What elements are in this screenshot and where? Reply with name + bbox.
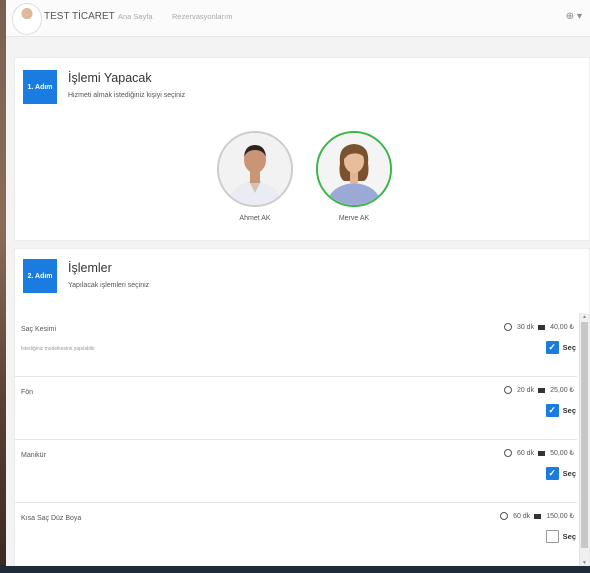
navbar: TEST TİCARET Ana Sayfa Rezervasyonlarım …: [6, 0, 590, 37]
service-description: İstediğiniz modelkesimi yapılabilir: [21, 346, 95, 352]
service-list-scrollbar[interactable]: ▲ ▼: [579, 313, 589, 566]
service-name: Saç Kesimi: [21, 326, 57, 333]
globe-icon: ⊕: [565, 11, 575, 22]
service-duration: 20 dk: [516, 386, 535, 394]
service-item-kisa-sac-duz-boya: Kısa Saç Düz Boya 60 dk 150,00 ₺ Seç: [15, 502, 577, 565]
step1-card: 1. Adım İşlemi Yapacak Hizmeti almak ist…: [14, 57, 590, 241]
clock-icon: [500, 512, 509, 520]
service-price: 25,00 ₺: [550, 387, 574, 394]
check-icon: ✓: [548, 405, 556, 415]
service-meta: 60 dk 150,00 ₺: [500, 512, 574, 520]
step2-subtitle: Yapılacak işlemleri seçiniz: [68, 282, 150, 289]
language-dropdown[interactable]: ⊕ ▾: [566, 11, 582, 22]
service-list: Saç Kesimi İstediğiniz modelkesimi yapıl…: [15, 313, 577, 566]
avatar[interactable]: [217, 131, 293, 207]
staff-name: Ahmet AK: [239, 215, 271, 222]
scrollbar-thumb[interactable]: [581, 322, 588, 548]
service-meta: 30 dk 40,00 ₺: [503, 323, 574, 331]
service-name: Kısa Saç Düz Boya: [21, 515, 82, 522]
clock-icon: [503, 449, 512, 457]
staff-name: Merve AK: [338, 215, 370, 222]
service-duration: 60 dk: [516, 449, 535, 457]
check-icon: ✓: [548, 342, 556, 352]
chevron-down-icon: ▾: [576, 11, 582, 22]
service-checkbox[interactable]: ✓: [545, 467, 559, 480]
clock-icon: [503, 386, 512, 394]
check-icon: ✓: [548, 468, 556, 478]
woman-portrait-icon: [318, 133, 390, 205]
service-name: Fön: [21, 389, 34, 396]
scroll-up-arrow-icon[interactable]: ▲: [580, 314, 589, 320]
select-label[interactable]: Seç: [563, 469, 576, 478]
nav-link-reservations[interactable]: Rezervasyonlarım: [172, 12, 232, 21]
service-item-manikur: Manikür 60 dk 50,00 ₺ ✓ Seç: [15, 439, 577, 503]
service-name: Manikür: [21, 452, 46, 459]
brand-title[interactable]: TEST TİCARET: [44, 11, 115, 22]
step2-title: İşlemler: [68, 261, 112, 275]
step1-title: İşlemi Yapacak: [68, 71, 152, 85]
service-select[interactable]: ✓ Seç: [545, 467, 576, 480]
service-select[interactable]: Seç: [545, 530, 576, 543]
nav-link-home[interactable]: Ana Sayfa: [118, 12, 153, 21]
service-select[interactable]: ✓ Seç: [545, 404, 576, 417]
service-item-fon: Fön 20 dk 25,00 ₺ ✓ Seç: [15, 376, 577, 440]
man-portrait-icon: [219, 133, 291, 205]
service-price: 40,00 ₺: [550, 324, 574, 331]
service-duration: 60 dk: [513, 512, 531, 520]
service-checkbox[interactable]: [545, 530, 559, 543]
price-tag-icon: [538, 387, 546, 393]
brand-logo[interactable]: [12, 3, 42, 35]
staff-option-merve[interactable]: Merve AK: [314, 131, 394, 222]
booking-app: TEST TİCARET Ana Sayfa Rezervasyonlarım …: [6, 0, 590, 566]
service-item-sac-kesimi: Saç Kesimi İstediğiniz modelkesimi yapıl…: [15, 313, 577, 377]
service-price: 150,00 ₺: [546, 513, 574, 520]
avatar-selected[interactable]: [316, 131, 392, 207]
service-meta: 20 dk 25,00 ₺: [503, 386, 574, 394]
scroll-down-arrow-icon[interactable]: ▼: [580, 560, 589, 566]
step2-badge: 2. Adım: [23, 259, 57, 293]
step2-card: 2. Adım İşlemler Yapılacak işlemleri seç…: [14, 248, 590, 566]
service-checkbox[interactable]: ✓: [545, 341, 559, 354]
taskbar-edge: [0, 565, 590, 573]
clock-icon: [503, 323, 512, 331]
service-meta: 60 dk 50,00 ₺: [503, 449, 574, 457]
service-checkbox[interactable]: ✓: [545, 404, 559, 417]
select-label[interactable]: Seç: [563, 532, 576, 541]
price-tag-icon: [538, 324, 546, 330]
step1-subtitle: Hizmeti almak istediğiniz kişiyi seçiniz: [68, 92, 186, 99]
staff-option-ahmet[interactable]: Ahmet AK: [215, 131, 295, 222]
step1-badge: 1. Adım: [23, 70, 57, 104]
select-label[interactable]: Seç: [563, 343, 576, 352]
price-tag-icon: [538, 450, 546, 456]
price-tag-icon: [534, 513, 542, 519]
service-price: 50,00 ₺: [550, 450, 574, 457]
select-label[interactable]: Seç: [563, 406, 576, 415]
service-duration: 30 dk: [516, 323, 535, 331]
service-select[interactable]: ✓ Seç: [545, 341, 576, 354]
